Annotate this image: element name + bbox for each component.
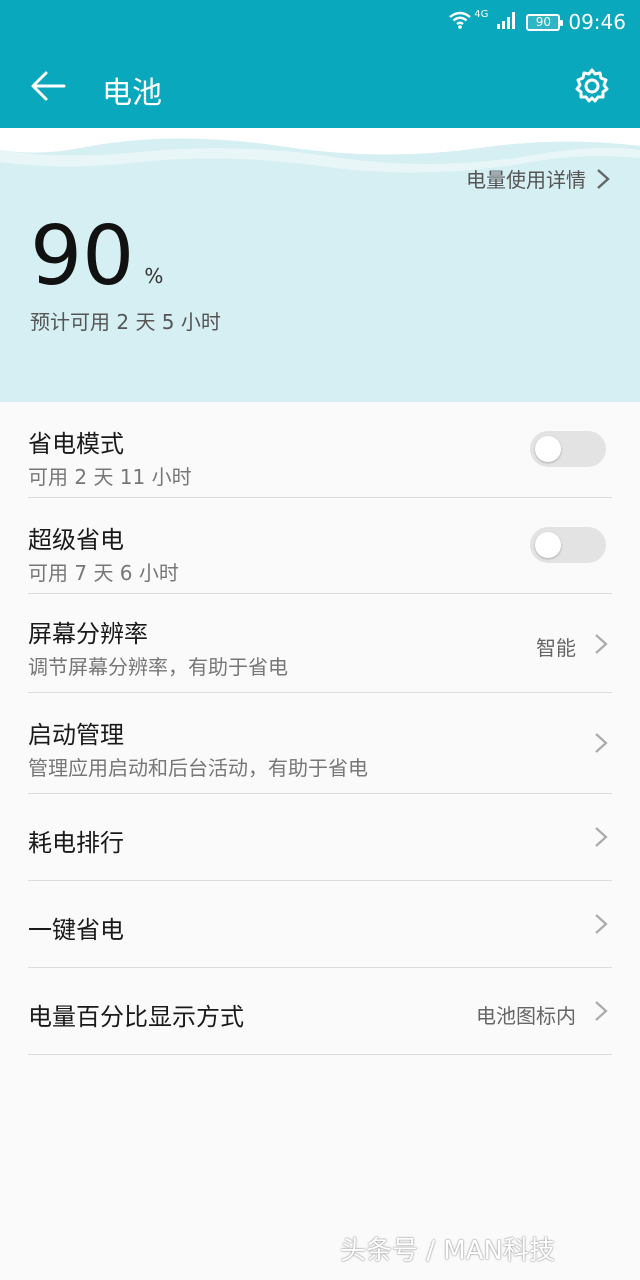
toggle-knob xyxy=(535,532,561,558)
screen-resolution-value: 智能 xyxy=(536,636,576,660)
usage-details-link[interactable]: 电量使用详情 xyxy=(466,164,610,193)
power-consumption-ranking-row[interactable]: 耗电排行 xyxy=(28,794,612,881)
chevron-right-icon xyxy=(595,827,608,847)
battery-level-text: 90 xyxy=(535,15,551,29)
row-title: 启动管理 xyxy=(28,721,124,749)
ultra-power-saving-toggle[interactable] xyxy=(530,527,606,563)
battery-time-estimate: 预计可用 2 天 5 小时 xyxy=(30,310,221,334)
battery-percent-unit: % xyxy=(144,264,164,288)
chevron-right-icon xyxy=(597,168,610,189)
battery-percent-value: 90 xyxy=(30,209,135,304)
row-title: 超级省电 xyxy=(28,526,124,554)
network-type-label: 4G xyxy=(474,8,489,20)
row-title: 省电模式 xyxy=(28,430,124,458)
row-title: 耗电排行 xyxy=(28,829,124,857)
arrow-left-icon xyxy=(31,71,66,101)
screen-resolution-row[interactable]: 屏幕分辨率 调节屏幕分辨率，有助于省电 智能 xyxy=(28,594,612,693)
wifi-icon xyxy=(448,10,472,35)
ultra-power-saving-row[interactable]: 超级省电 可用 7 天 6 小时 xyxy=(28,498,612,594)
row-subtitle: 可用 7 天 6 小时 xyxy=(28,561,179,585)
row-subtitle: 管理应用启动和后台活动，有助于省电 xyxy=(28,756,368,780)
power-saving-mode-row[interactable]: 省电模式 可用 2 天 11 小时 xyxy=(28,402,612,498)
gear-icon xyxy=(575,68,609,103)
chevron-right-icon xyxy=(595,1001,608,1021)
settings-button[interactable] xyxy=(572,66,612,106)
watermark-text: 头条号 / MAN科技 xyxy=(340,1236,555,1266)
status-bar: 4G 90 09:46 xyxy=(0,0,640,44)
chevron-right-icon xyxy=(595,914,608,934)
signal-icon xyxy=(496,10,518,34)
startup-manager-row[interactable]: 启动管理 管理应用启动和后台活动，有助于省电 xyxy=(28,693,612,794)
back-button[interactable] xyxy=(28,66,68,106)
chevron-right-icon xyxy=(595,634,608,654)
battery-percent-display: 90 % xyxy=(30,216,163,298)
row-title: 屏幕分辨率 xyxy=(28,620,148,648)
row-title: 一键省电 xyxy=(28,916,124,944)
battery-status-icon: 90 xyxy=(526,13,564,31)
chevron-right-icon xyxy=(595,733,608,753)
usage-details-label: 电量使用详情 xyxy=(466,168,586,192)
toggle-knob xyxy=(535,436,561,462)
power-saving-mode-toggle[interactable] xyxy=(530,431,606,467)
page-title: 电池 xyxy=(102,76,162,111)
battery-percentage-display-row[interactable]: 电量百分比显示方式 电池图标内 xyxy=(28,968,612,1055)
row-subtitle: 可用 2 天 11 小时 xyxy=(28,465,192,489)
settings-list: 省电模式 可用 2 天 11 小时 超级省电 可用 7 天 6 小时 屏幕分辨率… xyxy=(28,402,612,1055)
clock: 09:46 xyxy=(568,10,626,34)
battery-summary-panel: 电量使用详情 90 % 预计可用 2 天 5 小时 xyxy=(0,128,640,402)
row-title: 电量百分比显示方式 xyxy=(28,1003,244,1031)
battery-percentage-display-value: 电池图标内 xyxy=(476,1004,576,1028)
row-subtitle: 调节屏幕分辨率，有助于省电 xyxy=(28,655,288,679)
app-bar: 电池 xyxy=(0,44,640,128)
one-tap-optimize-row[interactable]: 一键省电 xyxy=(28,881,612,968)
